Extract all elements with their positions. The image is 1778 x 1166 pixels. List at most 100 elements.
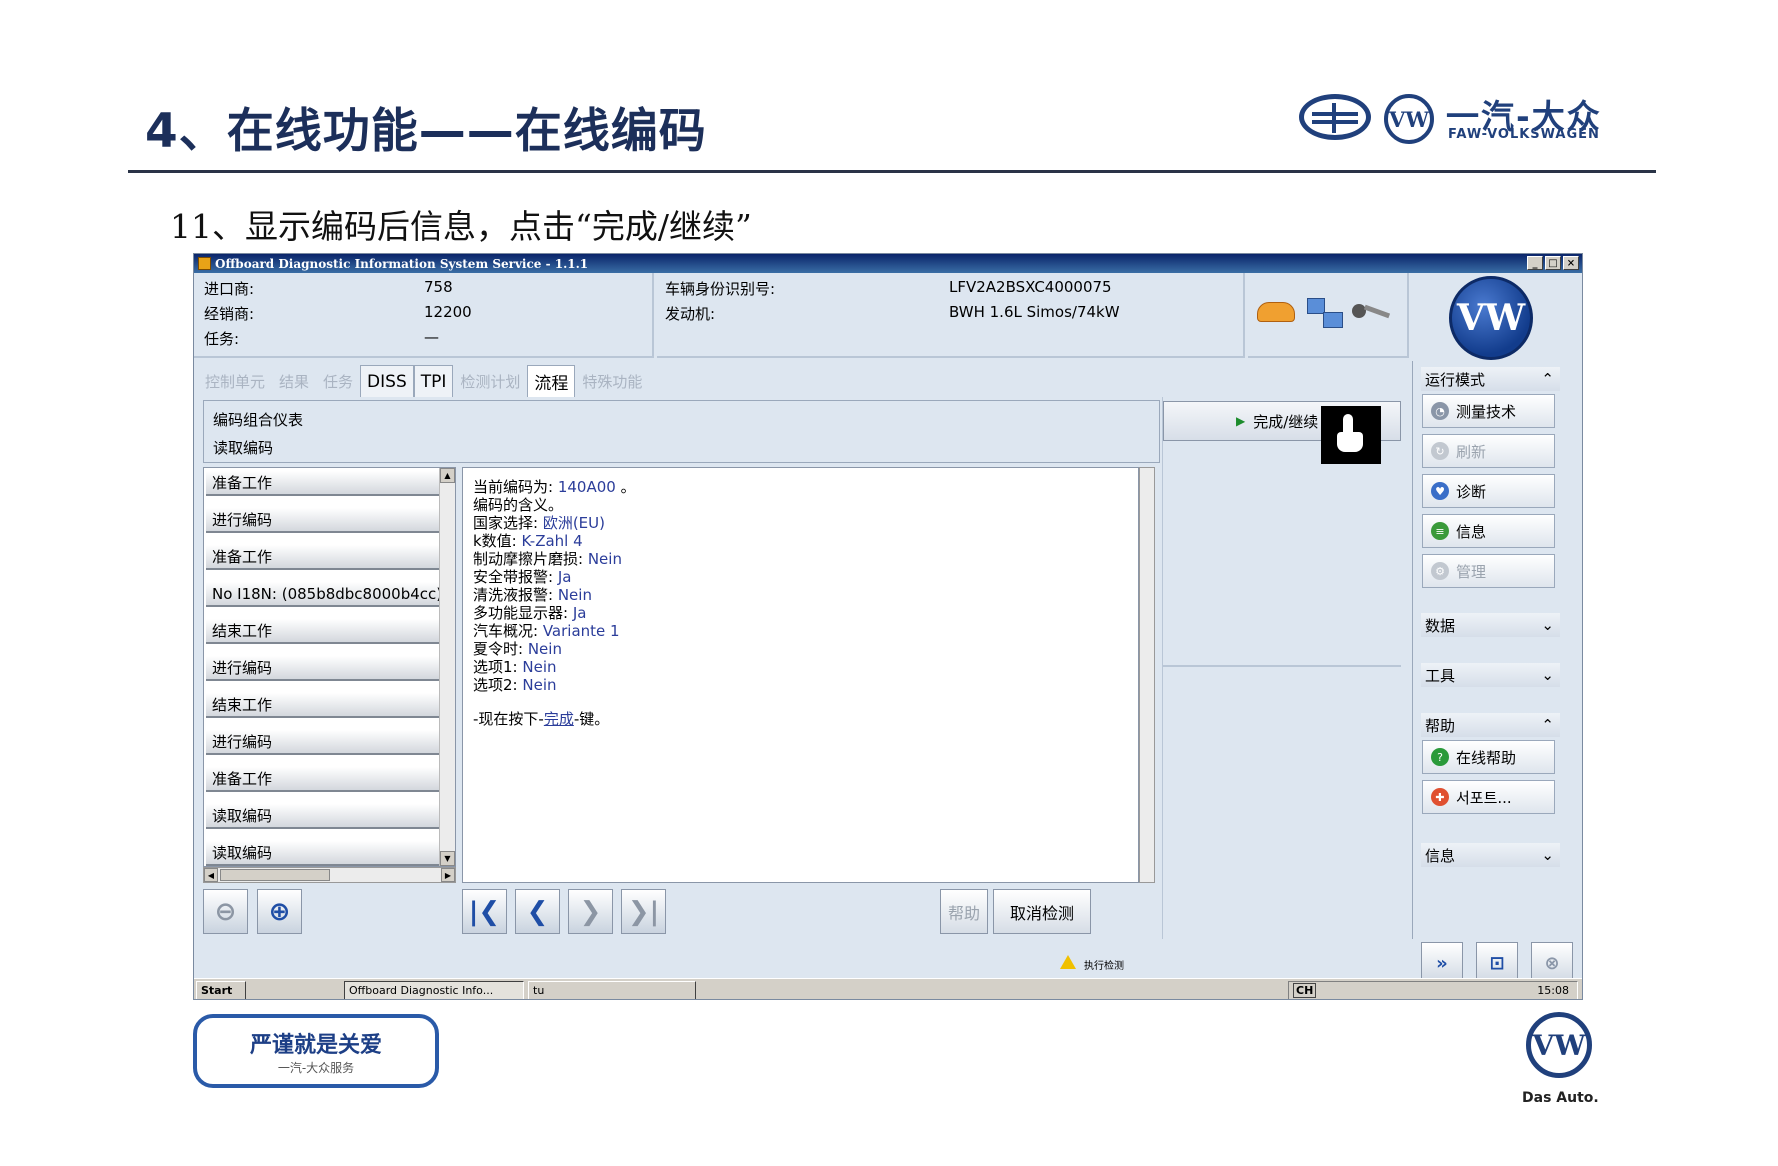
slide-subtitle: 11、显示编码后信息，点击“完成/继续” [170, 207, 752, 246]
operating-mode-header[interactable]: 运行模式 ⌃ [1421, 367, 1560, 391]
hscroll-thumb[interactable] [220, 869, 330, 881]
zoom-in-icon[interactable]: ⊕ [257, 889, 302, 934]
info-button[interactable]: ≡ 信息 [1422, 514, 1555, 548]
engine-value: BWH 1.6L Simos/74kW [949, 303, 1120, 321]
list-item[interactable]: 准备工作 [206, 544, 441, 570]
maximize-button[interactable]: □ [1545, 256, 1561, 270]
books-icon: ≡ [1431, 522, 1449, 540]
expand-icon: ⌄ [1541, 666, 1554, 684]
step-list-hscrollbar[interactable]: ◀ ▶ [203, 867, 456, 883]
slogan-sub: 一汽-大众服务 [277, 1060, 355, 1075]
scroll-down-icon[interactable]: ▼ [440, 851, 455, 866]
close-button[interactable]: × [1563, 256, 1579, 270]
dealer-label: 经销商: [204, 305, 255, 323]
list-item[interactable]: 结束工作 [206, 692, 441, 718]
last-step-button[interactable]: ❯| [621, 889, 666, 934]
task-value: — [424, 328, 439, 346]
list-item[interactable]: 进行编码 [206, 729, 441, 755]
app-icon [198, 257, 211, 270]
list-item[interactable]: 进行编码 [206, 655, 441, 681]
window-title: Offboard Diagnostic Information System S… [215, 256, 589, 271]
list-item[interactable]: 准备工作 [206, 470, 441, 496]
step-list-scrollbar[interactable]: ▲ ▼ [439, 468, 455, 866]
online-help-button[interactable]: ? 在线帮助 [1422, 740, 1555, 774]
refresh-button[interactable]: ↻ 刷新 [1422, 434, 1555, 468]
message-line: 制动摩擦片磨损: Nein [473, 550, 622, 568]
cancel-test-button[interactable]: 取消检测 [993, 889, 1091, 934]
taskbar-app-folder[interactable]: tu [528, 981, 696, 999]
scroll-up-icon[interactable]: ▲ [440, 468, 455, 483]
scroll-left-icon[interactable]: ◀ [204, 868, 218, 882]
vehicle-icon [1257, 302, 1295, 322]
language-indicator[interactable]: CH [1293, 983, 1317, 998]
tab-tasks[interactable]: 任务 [316, 365, 360, 397]
key-icon [1352, 300, 1394, 324]
message-scrollbar[interactable] [1139, 467, 1155, 883]
support-button[interactable]: ✚ 서포트... [1422, 780, 1555, 814]
tab-special-functions[interactable]: 特殊功能 [575, 365, 649, 397]
list-item[interactable]: 结束工作 [206, 618, 441, 644]
play-icon: ▶ [1236, 414, 1246, 428]
gauge-icon: ◔ [1431, 402, 1449, 420]
collapse-icon: ⌃ [1541, 716, 1554, 734]
vw-footer-logo-icon: VW [1526, 1012, 1592, 1078]
faw-logo-icon [1299, 94, 1371, 140]
first-step-button[interactable]: |❮ [462, 889, 507, 934]
network-icon [1307, 298, 1343, 328]
zoom-out-icon[interactable]: ⊖ [203, 889, 248, 934]
minimize-button[interactable]: _ [1527, 256, 1543, 270]
tab-control-units[interactable]: 控制单元 [198, 365, 272, 397]
service-slogan-logo: 严谨就是关爱 一汽-大众服务 [193, 1014, 439, 1088]
expand-icon: ⌄ [1541, 616, 1554, 634]
next-step-button[interactable]: ❯ [568, 889, 613, 934]
help-button[interactable]: 帮助 [940, 889, 988, 934]
expand-icon: ⌄ [1541, 846, 1554, 864]
diagnosis-button[interactable]: ♥ 诊断 [1422, 474, 1555, 508]
vin-value: LFV2A2BSXC4000075 [949, 278, 1112, 296]
list-item[interactable]: 读取编码 [206, 840, 441, 866]
step-list: 准备工作 进行编码 准备工作 No I18N: (085b8dbc8000b4c… [203, 467, 456, 867]
main-tabs: 控制单元 结果 任务 DISS TPI 检测计划 流程 特殊功能 [194, 361, 1409, 397]
refresh-icon: ↻ [1431, 442, 1449, 460]
dealer-value: 12200 [424, 303, 472, 321]
status-text: 执行检测 [1084, 961, 1124, 972]
instruction-line: -现在按下-完成-键。 [473, 710, 610, 728]
tab-results[interactable]: 结果 [272, 365, 316, 397]
taskbar-app-odis[interactable]: Offboard Diagnostic Info... [344, 981, 524, 999]
os-taskbar: Start Offboard Diagnostic Info... tu CH … [194, 978, 1582, 999]
tools-header[interactable]: 工具 ⌄ [1421, 663, 1560, 687]
tab-diss[interactable]: DISS [360, 365, 414, 397]
tab-procedure[interactable]: 流程 [527, 365, 576, 397]
start-button[interactable]: Start [196, 981, 246, 999]
scroll-right-icon[interactable]: ▶ [441, 868, 455, 882]
data-header[interactable]: 数据 ⌄ [1421, 613, 1560, 637]
lifebuoy-icon: ✚ [1431, 788, 1449, 806]
system-tray: CH 15:08 [1288, 981, 1578, 999]
right-sidebar: 运行模式 ⌃ ◔ 测量技术 ↻ 刷新 ♥ 诊断 ≡ 信息 ⚙ 管理 数据 ⌄ 工具 ⌄ 帮助 ⌃ … [1412, 361, 1577, 939]
finish-continue-label: 完成/继续 [1253, 412, 1319, 431]
list-item[interactable]: 进行编码 [206, 507, 441, 533]
admin-button[interactable]: ⚙ 管理 [1422, 554, 1555, 588]
breadcrumb: 编码组合仪表 读取编码 [203, 400, 1160, 463]
window-titlebar[interactable]: Offboard Diagnostic Information System S… [194, 254, 1582, 273]
message-line: 汽车概况: Variante 1 [473, 622, 620, 640]
divider [1163, 665, 1401, 667]
action-column: ▶ 完成/继续 [1162, 397, 1409, 939]
slogan-main: 严谨就是关爱 [249, 1032, 382, 1058]
list-item[interactable]: 准备工作 [206, 766, 441, 792]
list-item[interactable]: No I18N: (085b8dbc8000b4cc).(TX [206, 581, 441, 607]
collapse-icon: ⌃ [1541, 370, 1554, 388]
help-header[interactable]: 帮助 ⌃ [1421, 713, 1560, 737]
previous-step-button[interactable]: ❮ [515, 889, 560, 934]
info-header[interactable]: 信息 ⌄ [1421, 843, 1560, 867]
vin-label: 车辆身份识别号: [665, 280, 776, 298]
stethoscope-icon: ♥ [1431, 482, 1449, 500]
hand-cursor-icon [1321, 406, 1381, 464]
message-line: 选项2: Nein [473, 676, 557, 694]
message-line: 清洗液报警: Nein [473, 586, 592, 604]
measurement-button[interactable]: ◔ 测量技术 [1422, 394, 1555, 428]
tab-tpi[interactable]: TPI [413, 365, 454, 397]
list-item[interactable]: 读取编码 [206, 803, 441, 829]
slide-title: 4、在线功能——在线编码 [145, 104, 707, 159]
tab-test-plan[interactable]: 检测计划 [453, 365, 527, 397]
